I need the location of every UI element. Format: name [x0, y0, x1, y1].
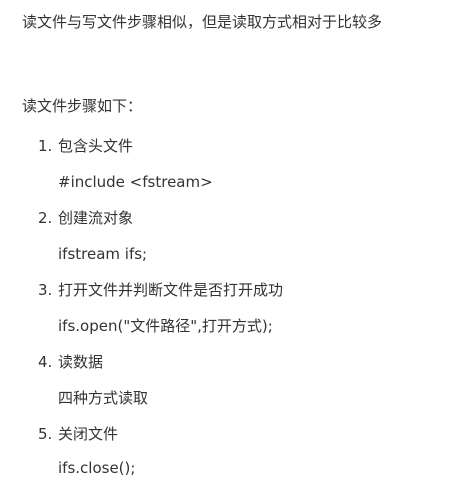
step-number: 2. [38, 209, 53, 227]
list-item-step-3: 3. 打开文件并判断文件是否打开成功 [38, 280, 283, 300]
step-number: 4. [38, 353, 53, 371]
step-title: 关闭文件 [58, 425, 119, 443]
list-item-step-1: 1. 包含头文件 [38, 136, 133, 156]
intro-paragraph: 读文件与写文件步骤相似，但是读取方式相对于比较多 [22, 13, 383, 31]
step-number: 1. [38, 137, 53, 155]
step-title: 创建流对象 [58, 209, 134, 227]
list-item-step-5: 5. 关闭文件 [38, 424, 118, 444]
step-number: 3. [38, 281, 53, 299]
list-item-step-2: 2. 创建流对象 [38, 208, 133, 228]
step-detail-4: 四种方式读取 [58, 389, 149, 407]
steps-heading: 读文件步骤如下： [22, 97, 143, 115]
document-body: 读文件与写文件步骤相似，但是读取方式相对于比较多 读文件步骤如下： 1. 包含头文… [0, 0, 472, 482]
step-title: 打开文件并判断文件是否打开成功 [58, 281, 284, 299]
step-detail-1: #include <fstream> [58, 173, 213, 191]
step-title: 读数据 [58, 353, 104, 371]
list-item-step-4: 4. 读数据 [38, 352, 103, 372]
step-number: 5. [38, 425, 53, 443]
step-detail-2: ifstream ifs; [58, 245, 148, 263]
step-title: 包含头文件 [58, 137, 134, 155]
step-detail-5: ifs.close(); [58, 459, 136, 477]
step-detail-3: ifs.open("文件路径",打开方式); [58, 317, 273, 335]
